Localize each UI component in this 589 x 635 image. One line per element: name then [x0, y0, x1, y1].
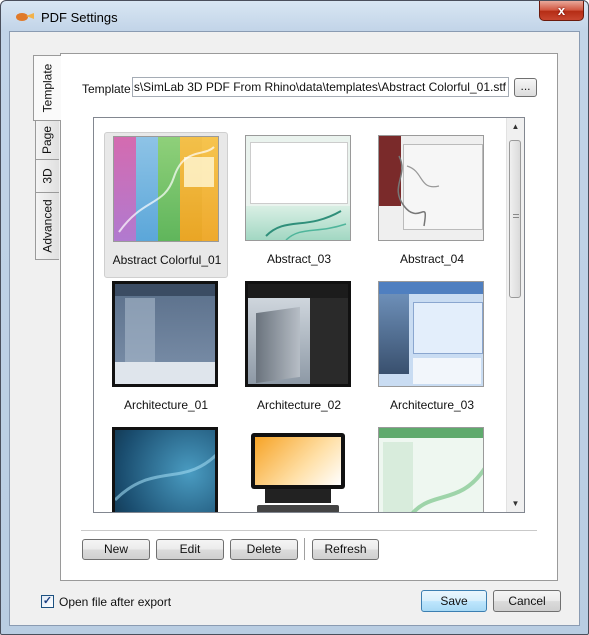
gallery-item-label: Abstract_04	[399, 252, 465, 266]
tab-advanced-label: Advanced	[40, 199, 55, 253]
delete-button[interactable]: Delete	[230, 539, 298, 560]
tab-template[interactable]: Template	[33, 55, 61, 121]
pdf-settings-window: PDF Settings x Template Page 3D Advanced…	[0, 0, 589, 635]
template-path-field[interactable]: ab\SimLabPlugins\SimLab 3D PDF From Rhin…	[132, 77, 509, 97]
template-path-value: ab\SimLabPlugins\SimLab 3D PDF From Rhin…	[133, 80, 506, 94]
open-after-export-label[interactable]: Open file after export	[59, 595, 171, 609]
template-thumbnail	[112, 427, 218, 512]
gallery-item-abstract-03[interactable]: Abstract_03	[237, 132, 361, 278]
save-button[interactable]: Save	[421, 590, 487, 612]
gallery-scrollbar[interactable]: ▲ ▼	[506, 118, 524, 512]
template-gallery[interactable]: Abstract Colorful_01 Abstract_03 Abstrac…	[93, 117, 525, 513]
template-thumbnail	[112, 281, 218, 387]
scrollbar-thumb[interactable]	[509, 140, 521, 298]
brush-icon	[16, 13, 34, 21]
tab-page-label: Page	[40, 125, 55, 155]
button-separator	[304, 538, 305, 560]
tab-3d-label: 3D	[40, 168, 55, 184]
window-title: PDF Settings	[41, 10, 118, 25]
close-button[interactable]: x	[539, 1, 584, 21]
refresh-button[interactable]: Refresh	[312, 539, 379, 560]
template-thumbnail	[378, 281, 484, 387]
close-icon: x	[557, 3, 566, 18]
gallery-item-architecture-01[interactable]: Architecture_01	[104, 278, 228, 424]
new-button[interactable]: New	[82, 539, 150, 560]
cancel-button[interactable]: Cancel	[493, 590, 561, 612]
tab-page[interactable]: Page	[35, 120, 59, 160]
template-thumbnail	[378, 427, 484, 512]
template-thumbnail	[378, 135, 484, 241]
gallery-item-template-9[interactable]	[370, 424, 494, 512]
tab-template-label: Template	[40, 63, 55, 113]
tab-3d[interactable]: 3D	[35, 159, 59, 193]
divider	[81, 530, 537, 531]
gallery-item-template-8[interactable]	[237, 424, 361, 512]
checkmark-icon: ✓	[42, 595, 53, 607]
arrow-down-icon[interactable]: ▼	[507, 495, 524, 512]
title-bar[interactable]: PDF Settings x	[1, 1, 588, 31]
gallery-item-template-7[interactable]	[104, 424, 228, 512]
gallery-item-abstract-colorful-01[interactable]: Abstract Colorful_01	[104, 132, 228, 278]
gallery-item-abstract-04[interactable]: Abstract_04	[370, 132, 494, 278]
edit-button[interactable]: Edit	[156, 539, 224, 560]
gallery-item-label: Architecture_03	[389, 398, 475, 412]
gallery-item-label: Abstract_03	[266, 252, 332, 266]
tab-advanced[interactable]: Advanced	[35, 192, 59, 260]
template-thumbnail	[113, 136, 219, 242]
gallery-item-label: Abstract Colorful_01	[112, 253, 222, 267]
gallery-item-label: Architecture_02	[256, 398, 342, 412]
template-label: Template :	[82, 82, 138, 96]
grip-icon	[513, 214, 519, 220]
open-after-export-checkbox[interactable]: ✓	[41, 595, 54, 608]
arrow-up-icon[interactable]: ▲	[507, 118, 524, 135]
template-thumbnail	[245, 281, 351, 387]
template-thumbnail	[245, 135, 351, 241]
gallery-item-architecture-02[interactable]: Architecture_02	[237, 278, 361, 424]
browse-button[interactable]: ...	[514, 78, 537, 97]
template-thumbnail	[245, 427, 351, 512]
gallery-item-architecture-03[interactable]: Architecture_03	[370, 278, 494, 424]
gallery-item-label: Architecture_01	[123, 398, 209, 412]
